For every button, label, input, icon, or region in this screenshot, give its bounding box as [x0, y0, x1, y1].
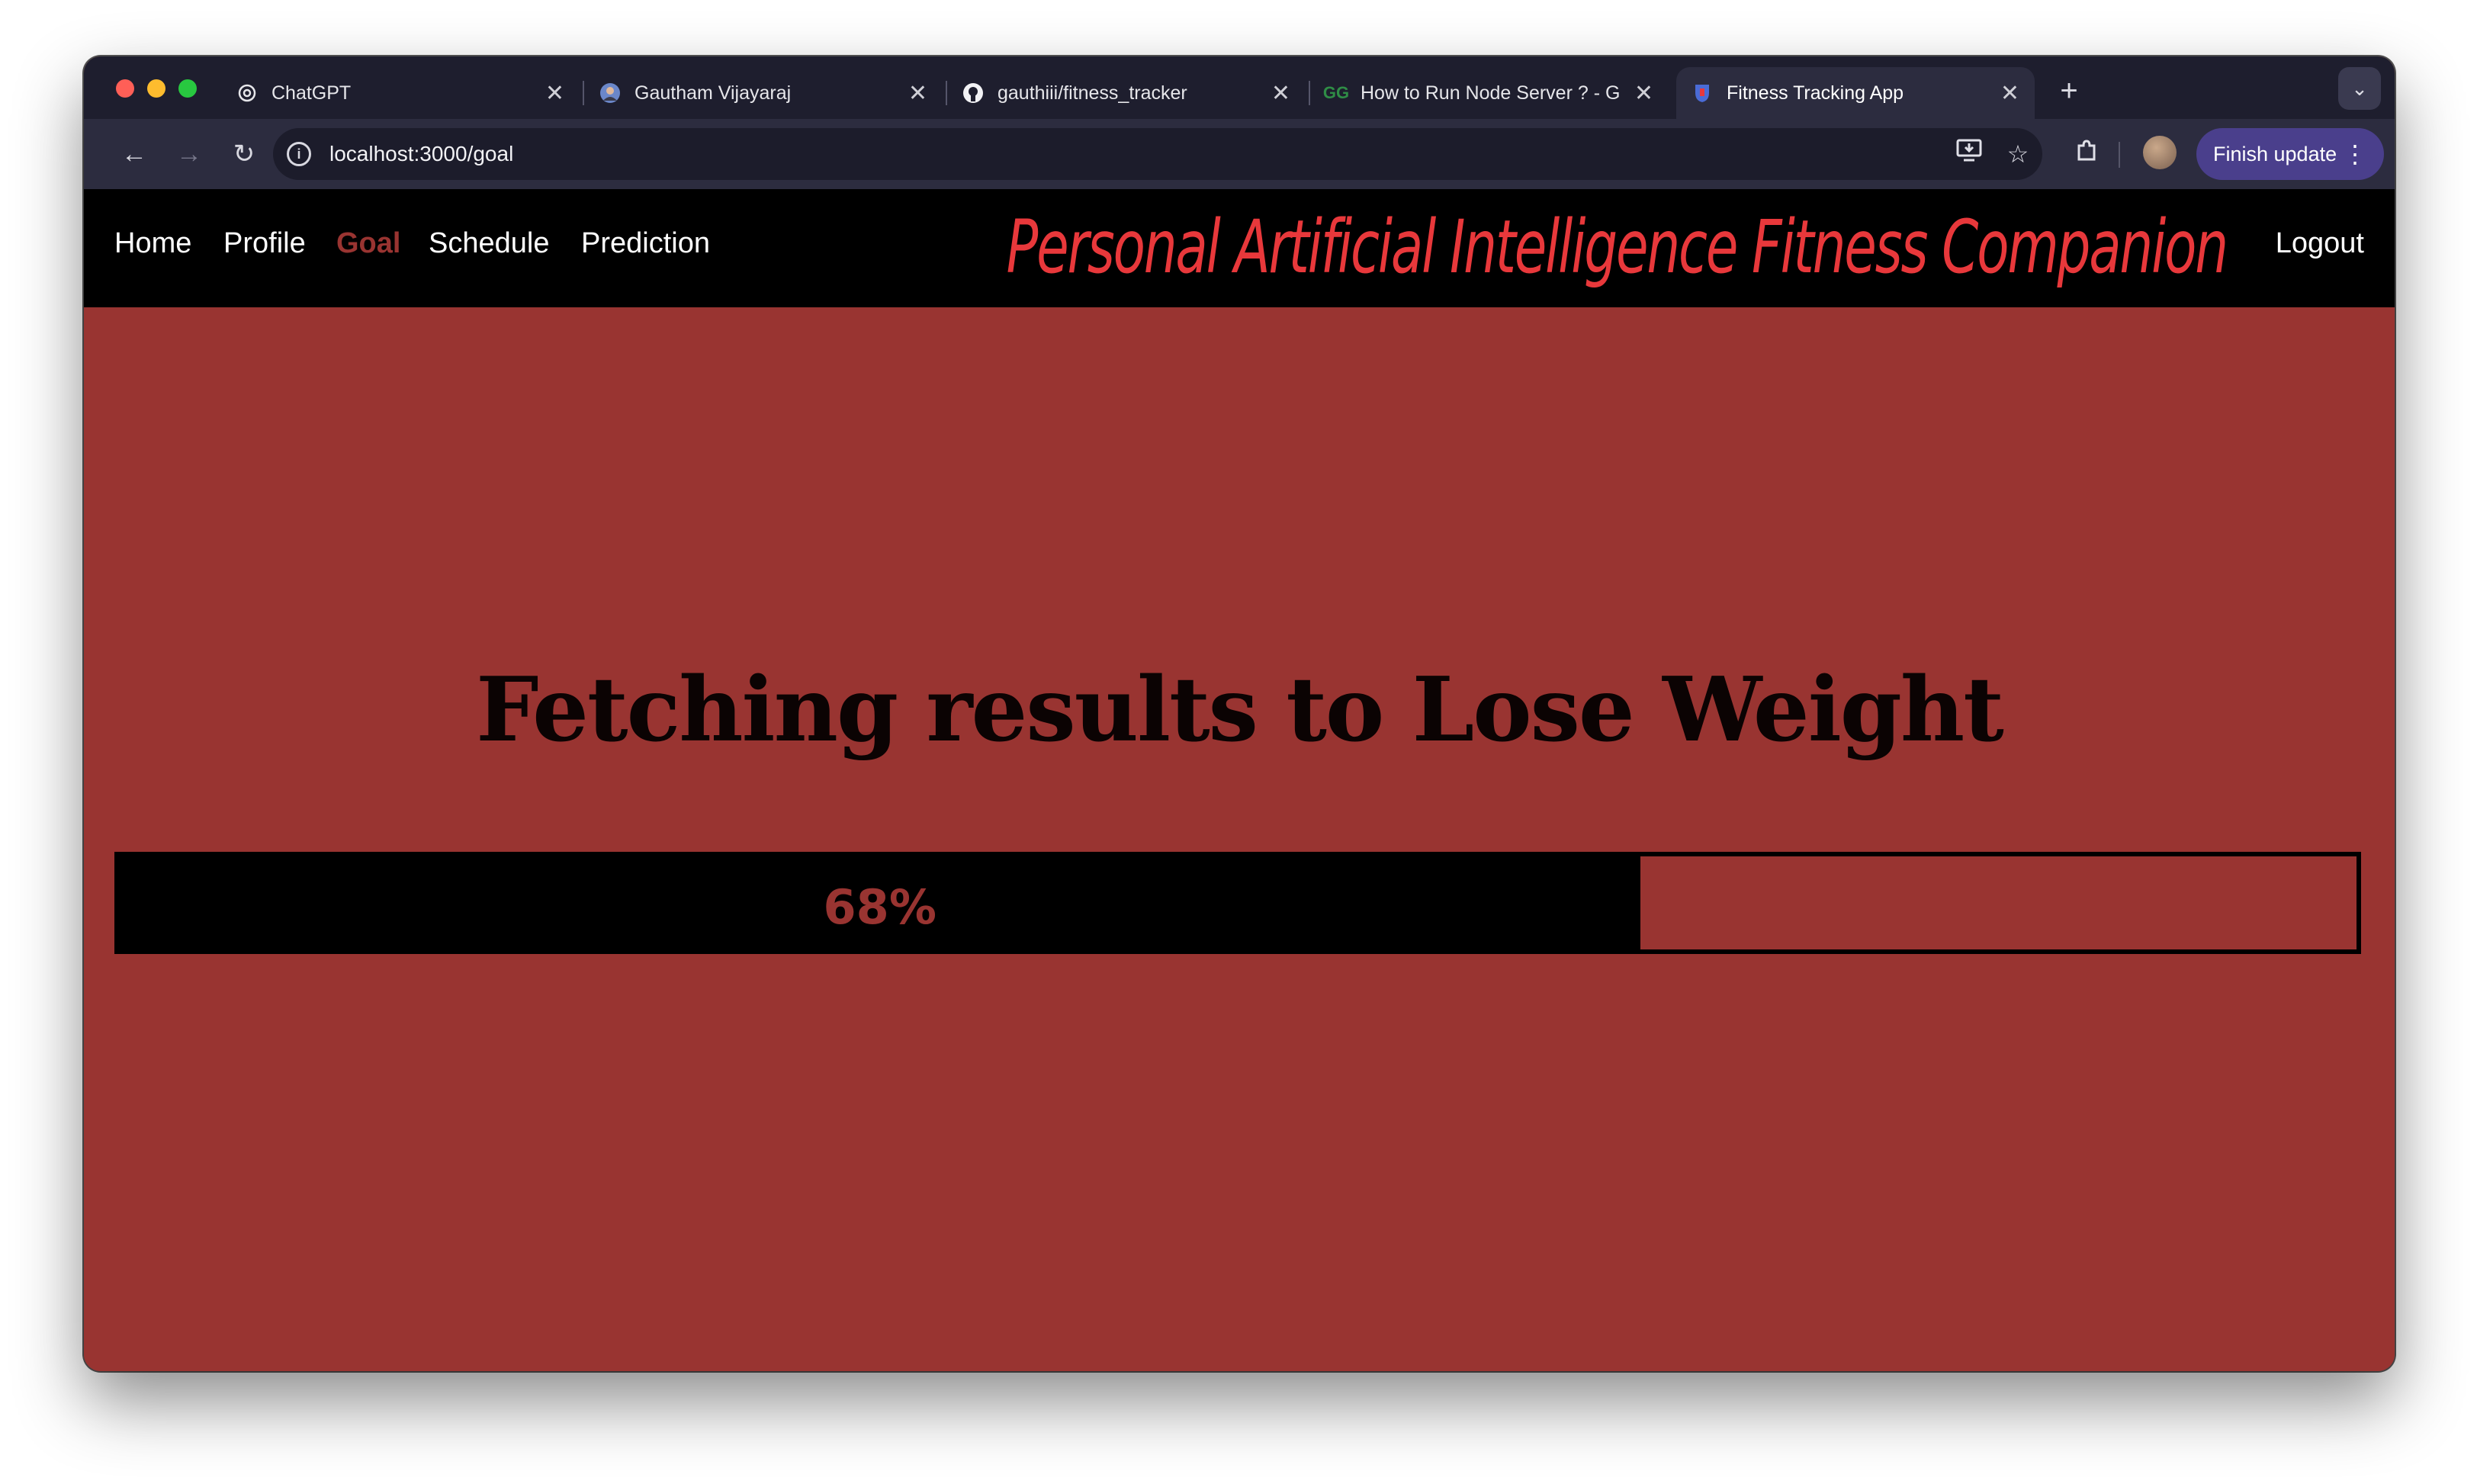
browser-window: ChatGPT ✕ Gautham Vijayaraj ✕ gauthiii/f… [84, 56, 2395, 1371]
app-navbar: Home Profile Goal Schedule Prediction Pe… [84, 189, 2395, 307]
nav-link-home[interactable]: Home [114, 227, 191, 260]
tab-strip: ChatGPT ✕ Gautham Vijayaraj ✕ gauthiii/f… [84, 56, 2395, 119]
nav-link-goal[interactable]: Goal [336, 227, 400, 260]
brand-title: Personal Artificial Intelligence Fitness… [1006, 204, 2228, 290]
minimize-window-button[interactable] [147, 79, 165, 98]
url-text[interactable]: localhost:3000/goal [329, 142, 513, 166]
tab-title: Fitness Tracking App [1727, 82, 1904, 104]
close-window-button[interactable] [116, 79, 134, 98]
bookmark-star-icon[interactable]: ☆ [2001, 137, 2035, 171]
tab-github[interactable]: gauthiii/fitness_tracker ✕ [947, 67, 1306, 119]
logout-link[interactable]: Logout [2276, 227, 2364, 260]
maximize-window-button[interactable] [178, 79, 197, 98]
close-icon[interactable]: ✕ [2000, 80, 2019, 107]
tab-chatgpt[interactable]: ChatGPT ✕ [221, 67, 580, 119]
toolbar-divider [2119, 142, 2120, 168]
page-heading: Fetching results to Lose Weight [476, 658, 2004, 762]
close-icon[interactable]: ✕ [1271, 80, 1290, 107]
finish-update-button[interactable]: Finish update ⋮ [2196, 128, 2384, 180]
finish-update-label: Finish update [2213, 142, 2337, 165]
tab-search-chevron-icon[interactable]: ⌄ [2338, 67, 2381, 110]
tab-gautham[interactable]: Gautham Vijayaraj ✕ [584, 67, 943, 119]
menu-dots-icon[interactable]: ⋮ [2343, 139, 2367, 169]
progress-label: 68% [823, 879, 937, 935]
tab-fitness-tracking-app[interactable]: Fitness Tracking App ✕ [1676, 67, 2035, 119]
reload-icon[interactable]: ↻ [229, 139, 259, 169]
nav-link-profile[interactable]: Profile [223, 227, 306, 260]
tab-title: gauthiii/fitness_tracker [998, 82, 1187, 104]
github-icon [962, 82, 984, 104]
extensions-puzzle-icon[interactable] [2070, 137, 2103, 171]
install-app-icon[interactable] [1952, 137, 1986, 171]
nav-link-prediction[interactable]: Prediction [581, 227, 710, 260]
tab-title: ChatGPT [271, 82, 352, 104]
main-content: Fetching results to Lose Weight 68% [84, 307, 2395, 1371]
back-arrow-icon[interactable]: ← [119, 139, 149, 169]
geeksforgeeks-icon: GG [1322, 83, 1350, 102]
browser-toolbar: ← → ↻ i localhost:3000/goal ☆ Finish upd… [84, 119, 2395, 189]
nav-link-schedule[interactable]: Schedule [429, 227, 549, 260]
tab-geeksforgeeks[interactable]: GG How to Run Node Server ? - G ✕ [1310, 67, 1669, 119]
close-icon[interactable]: ✕ [908, 80, 927, 107]
forward-arrow-icon[interactable]: → [174, 139, 204, 169]
progress-bar: 68% [114, 852, 2361, 954]
tab-title: How to Run Node Server ? - G [1361, 82, 1621, 104]
close-icon[interactable]: ✕ [545, 80, 564, 107]
profile-avatar-icon [599, 82, 621, 104]
app-favicon-icon [1691, 82, 1713, 104]
chatgpt-icon [236, 82, 258, 104]
tab-title: Gautham Vijayaraj [635, 82, 792, 104]
profile-avatar[interactable] [2143, 136, 2177, 169]
address-bar[interactable]: i localhost:3000/goal [273, 128, 2042, 180]
new-tab-plus-icon[interactable]: + [2050, 72, 2088, 110]
close-icon[interactable]: ✕ [1634, 80, 1653, 107]
site-info-icon[interactable]: i [287, 142, 311, 166]
